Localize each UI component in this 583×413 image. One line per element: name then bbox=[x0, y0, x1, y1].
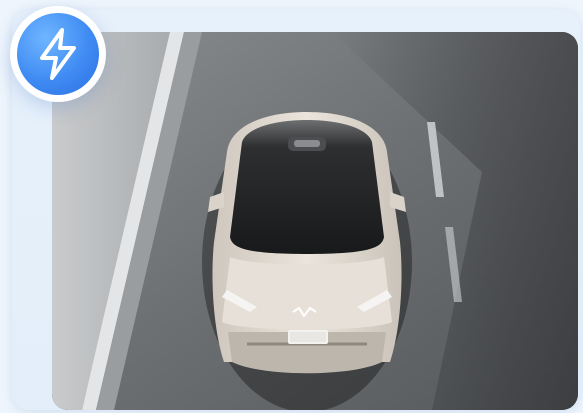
lightning-badge bbox=[10, 6, 106, 102]
car-photo bbox=[52, 32, 578, 410]
lightning-badge-circle bbox=[17, 13, 99, 95]
lightning-bolt-icon bbox=[40, 28, 76, 80]
car-photo-illustration bbox=[52, 32, 578, 410]
